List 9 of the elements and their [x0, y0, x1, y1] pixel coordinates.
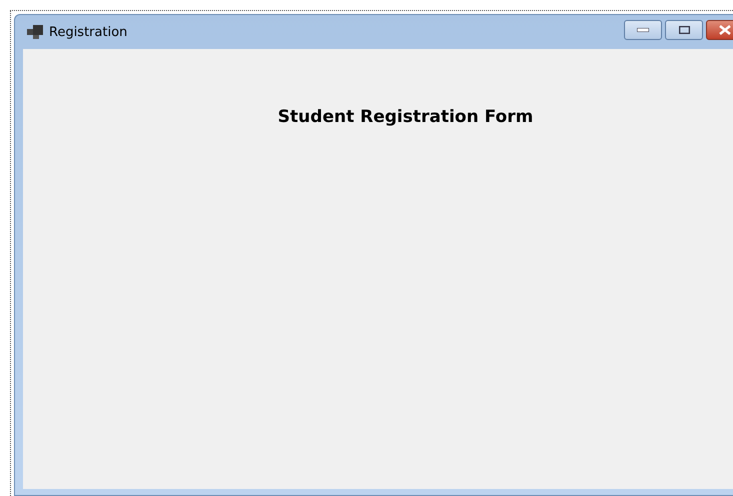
window-title: Registration — [49, 24, 128, 40]
maximize-button[interactable] — [665, 20, 703, 40]
minimize-button[interactable] — [624, 20, 662, 40]
app-icon — [27, 25, 43, 39]
form-heading: Student Registration Form — [278, 107, 534, 127]
minimize-icon — [637, 28, 649, 32]
close-icon — [719, 25, 731, 35]
maximize-icon — [678, 26, 690, 34]
close-button[interactable] — [706, 20, 733, 40]
